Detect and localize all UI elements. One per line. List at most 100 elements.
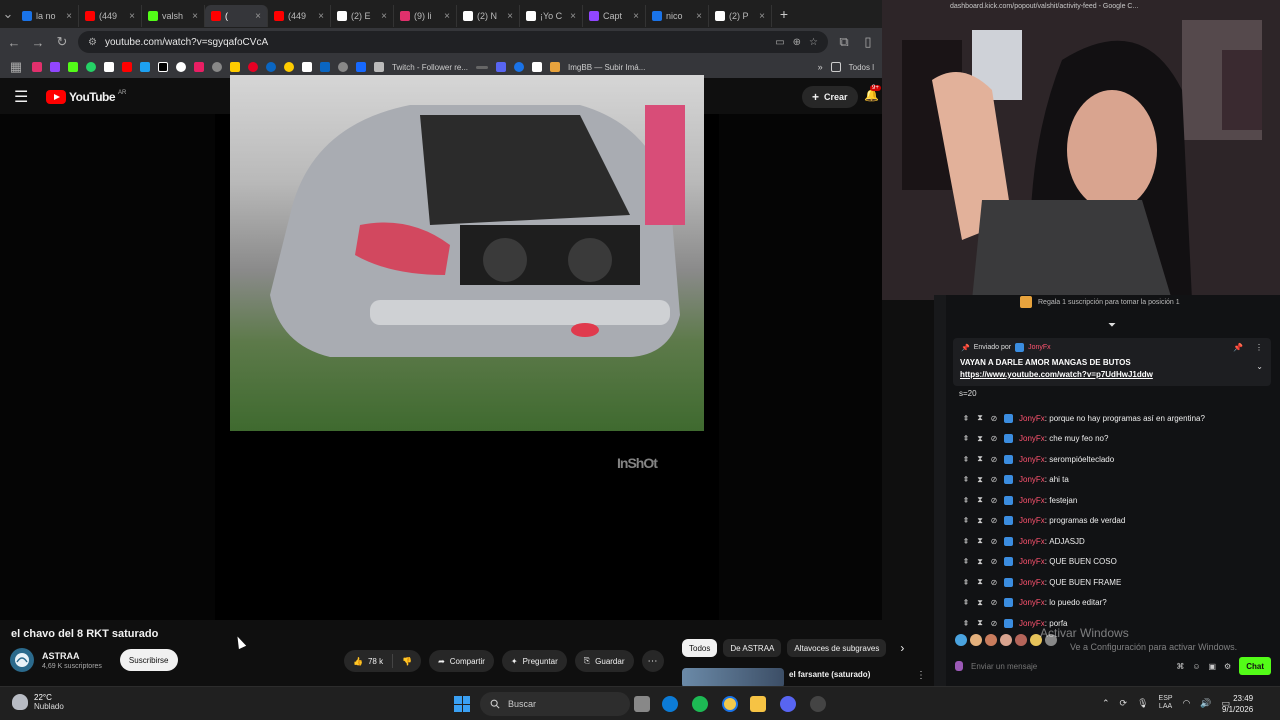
ban-icon[interactable]: ⊘ [990, 598, 998, 607]
emote-icon[interactable] [985, 634, 997, 646]
whatsapp-bookmark-icon[interactable] [86, 62, 96, 72]
chat-settings-icon[interactable]: ⚙ [1224, 662, 1231, 671]
forward-icon[interactable]: → [30, 34, 46, 50]
globe-bookmark-icon[interactable] [338, 62, 348, 72]
spotify-icon[interactable] [692, 696, 708, 712]
web-bookmark-icon[interactable] [514, 62, 525, 72]
command-icon[interactable]: ⌘ [1176, 662, 1184, 671]
chat-username[interactable]: JonyFx [1019, 434, 1045, 443]
timeout-icon[interactable]: ⧗ [976, 495, 984, 504]
task-view-icon[interactable] [634, 696, 650, 712]
browser-tab[interactable]: (2) E × [331, 5, 394, 27]
timeout-icon[interactable]: ⧗ [976, 557, 984, 566]
pin-message-icon[interactable]: ⇞ [962, 434, 970, 443]
browser-tab[interactable]: valsh × [142, 5, 205, 27]
chat-message[interactable]: ⇞ ⧗ ⊘ JonyFx: ADJASJD [962, 531, 1272, 552]
bookmark-star-icon[interactable]: ☆ [809, 37, 818, 48]
chat-username[interactable]: JonyFx [1019, 557, 1045, 566]
dash-bookmark-icon[interactable] [476, 65, 489, 69]
menu-icon[interactable]: ☰ [14, 87, 34, 107]
folder-icon[interactable] [830, 62, 841, 72]
browser-tab[interactable]: (2) N × [457, 5, 520, 27]
pin-message-icon[interactable]: ⇞ [962, 496, 970, 505]
dislike-button[interactable]: 👎 [393, 657, 421, 666]
up-bookmark-icon[interactable] [302, 62, 312, 72]
doc-bookmark-icon[interactable] [532, 62, 543, 72]
weather-widget[interactable]: 22°C Nublado [12, 693, 64, 711]
chip-subwoofers[interactable]: Altavoces de subgraves [787, 639, 887, 657]
chat-username[interactable]: JonyFx [1019, 414, 1045, 423]
chat-message[interactable]: ⇞ ⧗ ⊘ JonyFx: porque no hay programas así e… [962, 408, 1272, 429]
tray-overflow-icon[interactable]: ⌃ [1102, 698, 1110, 709]
app-bookmark-icon[interactable] [194, 62, 204, 72]
ban-icon[interactable]: ⊘ [990, 578, 998, 587]
recommended-thumbnail[interactable] [682, 668, 784, 688]
chat-username[interactable]: JonyFx [1019, 537, 1045, 546]
pinned-link[interactable]: https://www.youtube.com/watch?v=p7UdHwJ1… [960, 370, 1153, 379]
chat-message[interactable]: ⇞ ⧗ ⊘ JonyFx: ahi ta [962, 470, 1272, 491]
ban-icon[interactable]: ⊘ [990, 516, 998, 525]
video-content[interactable] [230, 75, 704, 431]
behance-bookmark-icon[interactable] [356, 62, 366, 72]
channel-name[interactable]: ASTRAA [42, 651, 102, 661]
messenger-bookmark-icon[interactable] [266, 62, 276, 72]
chat-message[interactable]: ⇞ ⧗ ⊘ JonyFx: serompióelteclado [962, 449, 1272, 470]
edge-icon[interactable] [662, 696, 678, 712]
chat-message[interactable]: ⇞ ⧗ ⊘ JonyFx: programas de verdad [962, 511, 1272, 532]
pin-message-icon[interactable]: ⇞ [962, 557, 970, 566]
side-panel-icon[interactable]: ▯ [860, 34, 876, 50]
reload-icon[interactable]: ↻ [54, 34, 70, 50]
save-button[interactable]: ⎘ Guardar [574, 650, 634, 672]
pinned-link-continuation[interactable]: s=20 [959, 389, 977, 398]
sync-icon[interactable]: ⟳ [1120, 698, 1128, 709]
unpin-icon[interactable]: 📌 [1233, 343, 1243, 352]
tab-close-icon[interactable]: × [633, 11, 639, 22]
tray-mic-icon[interactable]: 🎙 [1137, 698, 1148, 709]
emote-icon[interactable] [970, 634, 982, 646]
chat-username[interactable]: JonyFx [1019, 475, 1045, 484]
chrome-bookmark-icon[interactable] [176, 62, 186, 72]
tab-close-icon[interactable]: × [696, 11, 702, 22]
tab-close-icon[interactable]: × [759, 11, 765, 22]
twitch-bookmark-icon[interactable] [50, 62, 60, 72]
chat-message-input[interactable] [971, 657, 1169, 675]
file-explorer-icon[interactable] [750, 696, 766, 712]
browser-tab[interactable]: (2) P × [709, 5, 772, 27]
share-button[interactable]: ➦ Compartir [429, 650, 494, 672]
pin-message-icon[interactable]: ⇞ [962, 619, 970, 628]
timeout-icon[interactable]: ⧗ [976, 434, 984, 443]
drive-bookmark-icon[interactable] [230, 62, 240, 72]
browser-tab[interactable]: nico × [646, 5, 709, 27]
pinned-more-icon[interactable]: ⋮ [1255, 343, 1263, 352]
discord-bookmark-icon[interactable] [496, 62, 507, 72]
tab-close-icon[interactable]: × [318, 11, 324, 22]
ban-icon[interactable]: ⊘ [990, 475, 998, 484]
chat-message[interactable]: ⇞ ⧗ ⊘ JonyFx: lo puedo editar? [962, 593, 1272, 614]
pin-message-icon[interactable]: ⇞ [962, 475, 970, 484]
new-tab-button[interactable]: + [772, 6, 796, 22]
twitch-follower-bookmark[interactable]: Twitch - Follower re... [392, 63, 468, 72]
browser-tab[interactable]: ¡Yo C × [520, 5, 583, 27]
browser-tab[interactable]: (449 × [268, 5, 331, 27]
chat-message[interactable]: ⇞ ⧗ ⊘ JonyFx: festejan [962, 490, 1272, 511]
tab-close-icon[interactable]: × [129, 11, 135, 22]
more-actions-button[interactable]: ⋯ [641, 650, 664, 672]
chat-username[interactable]: JonyFx [1019, 455, 1045, 464]
timeout-icon[interactable]: ⧗ [976, 516, 984, 525]
notifications-bell-icon[interactable]: 🔔 9+ [864, 85, 881, 102]
tiktok-bookmark-icon[interactable] [158, 62, 168, 72]
youtube-logo[interactable]: YouTube AR [46, 90, 126, 104]
language-indicator[interactable]: ESP LAA [1159, 695, 1173, 711]
recommended-video[interactable]: el farsante (saturado) [682, 668, 870, 688]
colorful-bookmark-icon[interactable] [284, 62, 294, 72]
tab-close-icon[interactable]: × [255, 11, 261, 22]
imgbb-bookmark-icon[interactable] [550, 62, 561, 72]
chip-all[interactable]: Todos [682, 639, 718, 657]
gift-button-icon[interactable]: ▣ [1208, 662, 1216, 671]
imgbb-bookmark[interactable]: ImgBB — Subir Imá... [568, 63, 645, 72]
timeout-icon[interactable]: ⧗ [976, 536, 984, 545]
collapse-icon[interactable]: ⏷ [1108, 320, 1116, 331]
youtube-bookmark-icon[interactable] [122, 62, 132, 72]
recommended-more-icon[interactable]: ⋮ [916, 670, 926, 681]
windows-start-icon[interactable] [454, 696, 470, 712]
